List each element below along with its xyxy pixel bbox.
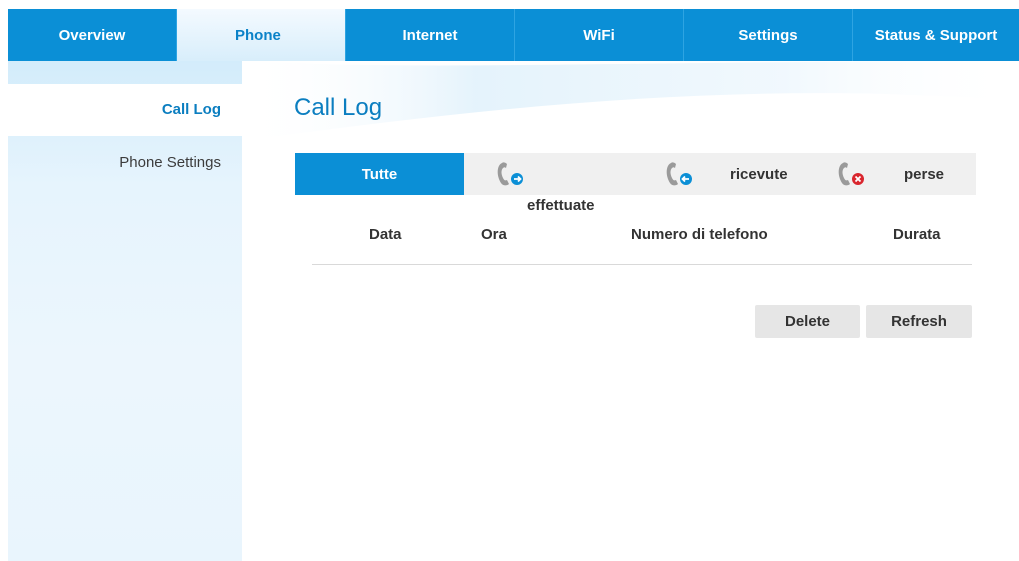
sidebar-item-phone-settings[interactable]: Phone Settings	[8, 137, 242, 189]
tab-wifi[interactable]: WiFi	[515, 9, 684, 61]
sidebar: Call Log Phone Settings	[8, 61, 242, 561]
refresh-button[interactable]: Refresh	[866, 305, 972, 338]
filter-tab-missed[interactable]: perse	[806, 153, 976, 195]
phone-incoming-icon	[666, 162, 692, 186]
table-header-divider	[312, 264, 972, 265]
phone-outgoing-icon	[497, 162, 523, 186]
column-header-time: Ora	[481, 226, 507, 243]
filter-missed-label: perse	[904, 166, 945, 183]
filter-outgoing-label: effettuate	[527, 197, 595, 214]
tab-phone[interactable]: Phone	[177, 9, 346, 61]
tab-overview[interactable]: Overview	[8, 9, 177, 61]
page-title: Call Log	[294, 94, 383, 121]
column-header-date: Data	[369, 226, 402, 243]
tab-internet[interactable]: Internet	[346, 9, 515, 61]
tab-status-support[interactable]: Status & Support	[853, 9, 1019, 61]
call-filter-bar: Tutte effettuate ricevute perse	[295, 153, 976, 214]
column-header-duration: Durata	[893, 226, 941, 243]
top-navigation: Overview Phone Internet WiFi Settings St…	[8, 9, 1019, 61]
filter-all-label: Tutte	[361, 165, 398, 183]
filter-tab-outgoing[interactable]: effettuate	[465, 153, 633, 214]
phone-missed-icon	[838, 162, 864, 186]
delete-button[interactable]: Delete	[755, 305, 860, 338]
filter-incoming-label: ricevute	[730, 166, 788, 183]
filter-tab-all[interactable]: Tutte	[295, 153, 464, 195]
filter-tab-incoming[interactable]: ricevute	[634, 153, 805, 195]
tab-settings[interactable]: Settings	[684, 9, 853, 61]
sidebar-item-call-log[interactable]: Call Log	[8, 84, 242, 136]
column-header-phone-number: Numero di telefono	[631, 226, 768, 243]
